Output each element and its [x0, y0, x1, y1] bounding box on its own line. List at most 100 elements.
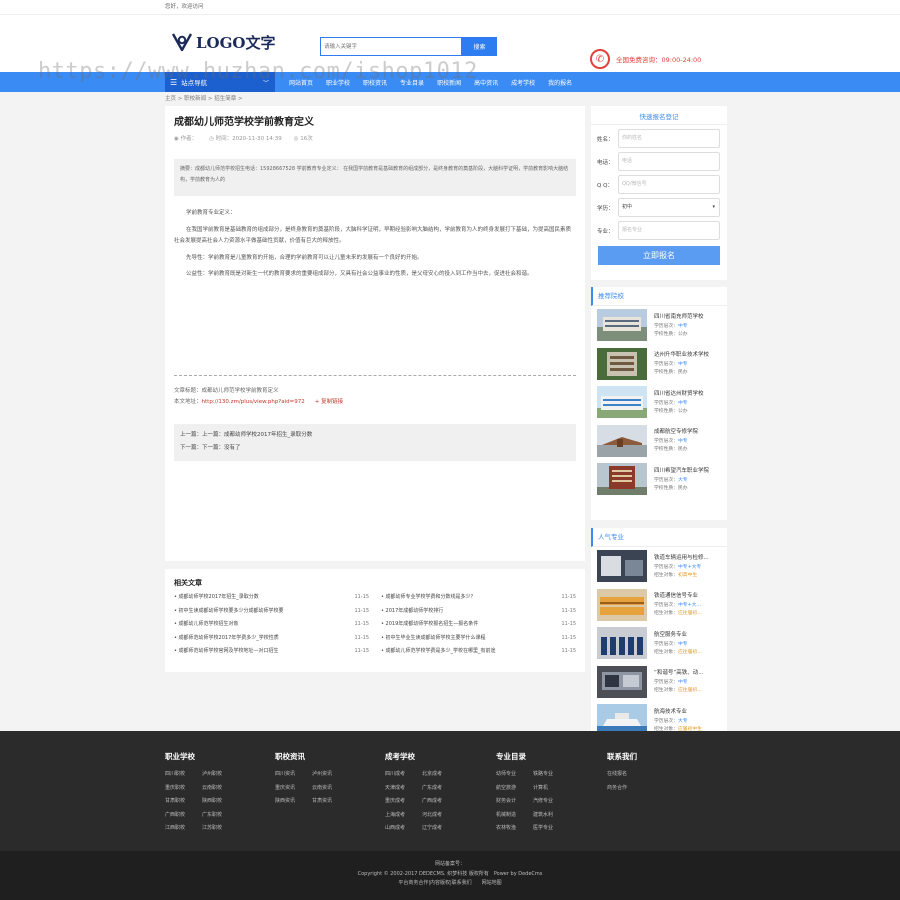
footer-link[interactable]: 农林牧渔: [496, 823, 533, 835]
related-item[interactable]: • 成都幼师专业学校学费和分数线是多少？ 11-15: [381, 591, 576, 605]
footer-link[interactable]: 泸州职校: [202, 769, 239, 781]
footer-link[interactable]: 江苏职校: [202, 823, 239, 835]
school-thumbnail[interactable]: [597, 386, 647, 419]
footer-link[interactable]: 泸州资讯: [312, 769, 349, 781]
footer-link[interactable]: 商务合作: [607, 783, 667, 795]
nav-item-school-news[interactable]: 职校新闻: [437, 78, 461, 87]
school-thumbnail[interactable]: [597, 309, 647, 342]
footer-link[interactable]: 幼师专业: [496, 769, 533, 781]
footer-link[interactable]: 四川成考: [385, 769, 422, 781]
footer-link[interactable]: 甘肃职校: [165, 796, 202, 808]
major-level-row: 学历层次：大专: [654, 718, 702, 726]
nav-item-highschool[interactable]: 高中资讯: [474, 78, 498, 87]
related-item[interactable]: • 2017年成都幼师学校排行 11-15: [381, 605, 576, 619]
footer-link[interactable]: 广东职校: [202, 810, 239, 822]
footer-link[interactable]: 江西职校: [165, 823, 202, 835]
nav-item-schools[interactable]: 职业学校: [326, 78, 350, 87]
major-card[interactable]: 航空服务专业 学历层次：中专 招生对象：应往届初...: [591, 624, 727, 663]
name-field[interactable]: 你的姓名: [618, 129, 720, 148]
footer-link[interactable]: 医学专业: [533, 823, 570, 835]
footer-link[interactable]: 上海成考: [385, 810, 422, 822]
footer-link[interactable]: 汽修专业: [533, 796, 570, 808]
footer-link[interactable]: 广西职校: [165, 810, 202, 822]
related-item[interactable]: • 成都师范幼师学校2017年学费多少_学校性质 11-15: [174, 632, 369, 646]
next-article-link[interactable]: 下一篇：下一篇：没有了: [180, 442, 570, 455]
major-field[interactable]: 报名专业: [618, 221, 720, 240]
footer-link[interactable]: 重庆成考: [385, 796, 422, 808]
related-item[interactable]: • 2019年成都幼师学校报名招生—报名条件 11-15: [381, 618, 576, 632]
type-value: 公办: [678, 331, 688, 337]
footer-link[interactable]: 广东成考: [422, 783, 459, 795]
related-item-title: 成都师范幼师学校2017年学费多少_学校性质: [178, 634, 279, 641]
major-thumbnail[interactable]: [597, 627, 647, 660]
school-thumbnail[interactable]: [597, 347, 647, 380]
related-item[interactable]: • 成都幼儿师范学校招生对象 11-15: [174, 618, 369, 632]
footer-link[interactable]: 广西成考: [422, 796, 459, 808]
footer-link[interactable]: 机械制造: [496, 810, 533, 822]
search-input[interactable]: [320, 37, 462, 56]
footer-link[interactable]: 陕西职校: [202, 796, 239, 808]
school-card[interactable]: 达州升华职业技术学校 学历层次：中专 学校性质：民办: [591, 345, 727, 384]
footer-link[interactable]: 北京成考: [422, 769, 459, 781]
footer-link[interactable]: 航空旅游: [496, 783, 533, 795]
search-button[interactable]: 搜索: [462, 37, 497, 56]
signup-submit-button[interactable]: 立即报名: [598, 246, 720, 265]
site-logo[interactable]: LOGO文字: [170, 29, 276, 55]
copy-link-button[interactable]: + 复制链接: [315, 399, 343, 405]
main-nav: ☰ 站点导航 ﹀ 网站首页 职业学校 职校资讯 专业目录 职校新闻 高中资讯 成…: [0, 72, 900, 92]
related-item[interactable]: • 初中生毕业生读成都幼师学校主要学什么课程 11-15: [381, 632, 576, 646]
chevron-down-icon: ﹀: [262, 79, 269, 87]
footer-link[interactable]: 山西成考: [385, 823, 422, 835]
school-card[interactable]: 四川省达州财贸学校 学历层次：中专 学校性质：公办: [591, 383, 727, 422]
footer-col-title: 联系我们: [607, 752, 637, 761]
related-item[interactable]: • 成都幼儿师范学校学费是多少_学校在哪里_有前途 11-15: [381, 645, 576, 659]
major-card[interactable]: 铁道通信信号专业 学历层次：中专+大... 招生对象：应往届初...: [591, 586, 727, 625]
related-item[interactable]: • 初中生读成都幼师学校要多少分成都幼师学校要 11-15: [174, 605, 369, 619]
site-nav-dropdown[interactable]: ☰ 站点导航 ﹀: [165, 72, 275, 92]
footer-link[interactable]: 甘肃资讯: [312, 796, 349, 808]
footer-link[interactable]: 云南资讯: [312, 783, 349, 795]
nav-item-adult-exam[interactable]: 成考学校: [511, 78, 535, 87]
school-thumbnail[interactable]: [597, 463, 647, 496]
school-name: 成都航空专修学院: [654, 429, 699, 436]
major-card[interactable]: 铁道车辆运用与检修... 学历层次：中专+大专 招生对象：初高中生: [591, 547, 727, 586]
school-thumbnail[interactable]: [597, 424, 647, 457]
footer-link[interactable]: 云南职校: [202, 783, 239, 795]
footer-link[interactable]: 财务会计: [496, 796, 533, 808]
related-item[interactable]: • 成都幼师学校2017年招生_录取分数 11-15: [174, 591, 369, 605]
footer-link[interactable]: 铁路专业: [533, 769, 570, 781]
footer-link[interactable]: 重庆资讯: [275, 783, 312, 795]
phone-field[interactable]: 电话: [618, 152, 720, 171]
source-url-link[interactable]: http://130.zm/plus/view.php?aid=972: [202, 399, 305, 405]
major-thumbnail[interactable]: [597, 665, 647, 698]
school-card[interactable]: 四川省南充师范学校 学历层次：中专 学校性质：公办: [591, 306, 727, 345]
nav-item-my-signup[interactable]: 我的报名: [548, 78, 572, 87]
footer-link[interactable]: 河北成考: [422, 810, 459, 822]
major-thumbnail[interactable]: [597, 588, 647, 621]
major-card[interactable]: “和谐号”高铁、动... 学历层次：中专 招生对象：应往届初...: [591, 663, 727, 702]
education-select[interactable]: 初中 ▾: [618, 198, 720, 217]
footer-bottom-links[interactable]: 平台商务合作|内容版权|联系我们 网站地图: [0, 879, 900, 889]
qq-field[interactable]: QQ/微信号: [618, 175, 720, 194]
footer-link[interactable]: 计算机: [533, 783, 570, 795]
related-item[interactable]: • 成都师范幼师学校官网及学校地址—对口招生 11-15: [174, 645, 369, 659]
footer-link[interactable]: 辽宁成考: [422, 823, 459, 835]
nav-item-majors[interactable]: 专业目录: [400, 78, 424, 87]
footer-link[interactable]: 四川资讯: [275, 769, 312, 781]
level-value: 中专: [678, 400, 688, 406]
footer-link[interactable]: 四川职校: [165, 769, 202, 781]
nav-item-home[interactable]: 网站首页: [289, 78, 313, 87]
footer-link[interactable]: 陕西资讯: [275, 796, 312, 808]
footer-link[interactable]: 天津成考: [385, 783, 422, 795]
footer-link[interactable]: 重庆职校: [165, 783, 202, 795]
school-card[interactable]: 四川希望汽车职业学院 学历层次：大专 学校性质：民办: [591, 460, 727, 499]
breadcrumb[interactable]: 主页 > 职校新闻 > 招生简章 >: [165, 92, 727, 106]
footer-link[interactable]: 建筑水利: [533, 810, 570, 822]
level-label: 学历层次：: [654, 323, 678, 329]
related-item-title: 成都幼师学校2017年招生_录取分数: [178, 594, 259, 600]
prev-article-link[interactable]: 上一篇：上一篇：成都幼师学校2017年招生_录取分数: [180, 429, 570, 442]
major-thumbnail[interactable]: [597, 550, 647, 583]
footer-link[interactable]: 在线报名: [607, 769, 667, 781]
school-card[interactable]: 成都航空专修学院 学历层次：中专 学校性质：民办: [591, 422, 727, 461]
nav-item-news-info[interactable]: 职校资讯: [363, 78, 387, 87]
